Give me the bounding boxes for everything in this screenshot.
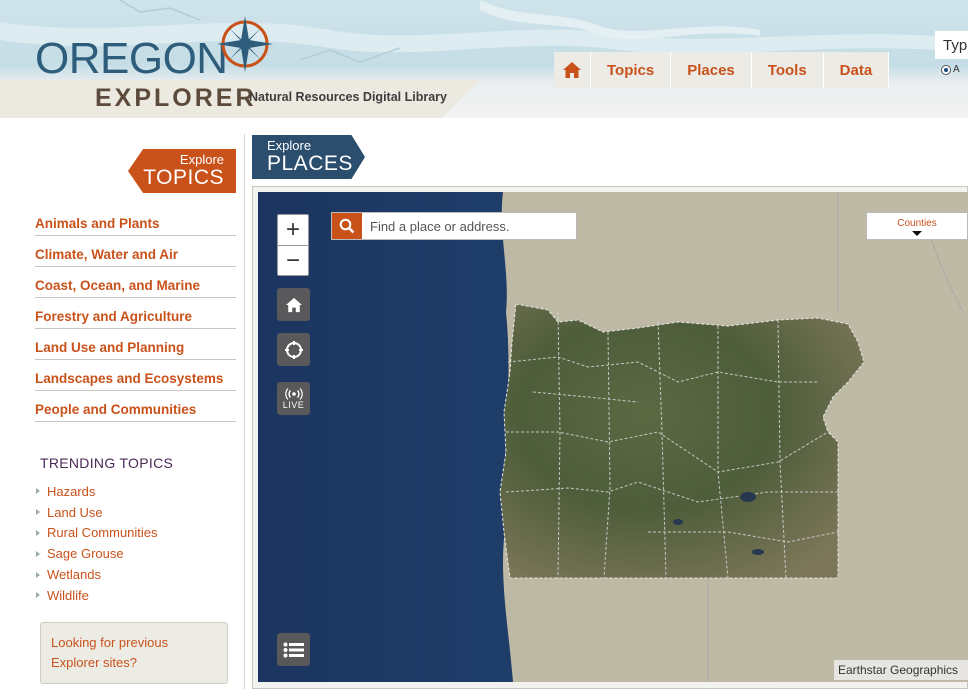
zoom-control: + − (277, 214, 309, 276)
search-button[interactable] (332, 213, 362, 239)
trending-link-wetlands[interactable]: Wetlands (47, 567, 101, 582)
places-banner-big: PLACES (267, 152, 353, 175)
topic-list: Animals and Plants Climate, Water and Ai… (35, 205, 236, 422)
nav-places[interactable]: Places (671, 52, 752, 88)
topic-link-animals-plants[interactable]: Animals and Plants (35, 216, 160, 231)
satellite-basemap[interactable] (258, 192, 968, 682)
place-search-input[interactable] (368, 217, 572, 235)
explore-places-banner: Explore PLACES (252, 135, 365, 179)
trending-link-sage-grouse[interactable]: Sage Grouse (47, 546, 124, 561)
topic-link-forestry[interactable]: Forestry and Agriculture (35, 309, 192, 324)
live-button[interactable]: LIVE (277, 382, 310, 415)
nav-topics[interactable]: Topics (591, 52, 672, 88)
zoom-in-button[interactable]: + (278, 215, 308, 246)
legend-list-button[interactable] (277, 633, 310, 666)
map-canvas[interactable] (258, 192, 968, 682)
trending-topics-heading: TRENDING TOPICS (40, 455, 174, 471)
map-home-button[interactable] (277, 288, 310, 321)
site-search-input[interactable]: Typ (935, 31, 968, 59)
main-nav: Topics Places Tools Data (554, 52, 890, 88)
map-attribution: Earthstar Geographics (834, 660, 968, 680)
locate-button[interactable] (277, 333, 310, 366)
topics-banner-small: Explore (179, 152, 224, 167)
layer-dropdown[interactable]: Counties (866, 212, 968, 240)
logo-tagline: Natural Resources Digital Library (249, 90, 447, 104)
topics-banner-big: TOPICS (143, 166, 224, 189)
bullet-arrow-icon (36, 529, 40, 536)
site-header: OREGON EXPLORER Natural Resources Digita… (0, 0, 968, 118)
topic-item[interactable]: Coast, Ocean, and Marine (35, 267, 236, 298)
places-banner-small: Explore (267, 138, 312, 153)
topic-item[interactable]: People and Communities (35, 391, 236, 422)
topic-link-landscapes[interactable]: Landscapes and Ecosystems (35, 371, 223, 386)
trending-link-hazards[interactable]: Hazards (47, 484, 95, 499)
trending-list: Hazards Land Use Rural Communities Sage … (36, 481, 158, 606)
broadcast-icon (284, 387, 303, 400)
trending-item[interactable]: Land Use (36, 502, 158, 523)
bullet-arrow-icon (36, 571, 40, 578)
live-label: LIVE (282, 399, 305, 410)
bullet-arrow-icon (36, 592, 40, 599)
explore-topics-banner: Explore TOPICS (128, 149, 236, 193)
trending-link-wildlife[interactable]: Wildlife (47, 588, 89, 603)
topic-item[interactable]: Land Use and Planning (35, 329, 236, 360)
list-icon (283, 642, 304, 657)
bullet-arrow-icon (36, 488, 40, 495)
nav-tools[interactable]: Tools (751, 52, 824, 88)
topic-item[interactable]: Animals and Plants (35, 205, 236, 236)
trending-item[interactable]: Hazards (36, 481, 158, 502)
home-icon (563, 62, 581, 78)
bullet-arrow-icon (36, 509, 40, 516)
caret-down-icon (912, 231, 922, 236)
topic-item[interactable]: Climate, Water and Air (35, 236, 236, 267)
nav-home-button[interactable] (554, 52, 591, 88)
topic-link-coast[interactable]: Coast, Ocean, and Marine (35, 278, 200, 293)
topic-item[interactable]: Landscapes and Ecosystems (35, 360, 236, 391)
home-icon (285, 297, 302, 312)
nav-data[interactable]: Data (823, 52, 890, 88)
search-scope-label: A (953, 64, 960, 75)
topic-link-climate[interactable]: Climate, Water and Air (35, 247, 178, 262)
bullet-arrow-icon (36, 550, 40, 557)
previous-sites-link[interactable]: Looking for previous Explorer sites? (40, 622, 228, 684)
column-divider (244, 134, 245, 689)
compass-logo-icon[interactable] (215, 14, 275, 74)
topic-item[interactable]: Forestry and Agriculture (35, 298, 236, 329)
search-scope-radio[interactable]: A (941, 64, 960, 75)
radio-icon[interactable] (941, 64, 951, 75)
map-search-box (331, 212, 577, 240)
logo-explorer-text[interactable]: EXPLORER (95, 84, 257, 113)
logo-oregon-text[interactable]: OREGON (35, 34, 228, 84)
topic-link-people[interactable]: People and Communities (35, 402, 196, 417)
crosshair-icon (284, 340, 303, 359)
trending-item[interactable]: Rural Communities (36, 523, 158, 544)
trending-item[interactable]: Wildlife (36, 585, 158, 606)
search-icon (339, 218, 355, 234)
trending-item[interactable]: Sage Grouse (36, 543, 158, 564)
layer-dropdown-label: Counties (897, 218, 937, 229)
trending-item[interactable]: Wetlands (36, 564, 158, 585)
topic-link-land-use[interactable]: Land Use and Planning (35, 340, 184, 355)
zoom-out-button[interactable]: − (278, 246, 308, 276)
trending-link-land-use[interactable]: Land Use (47, 505, 103, 520)
trending-link-rural[interactable]: Rural Communities (47, 525, 158, 540)
